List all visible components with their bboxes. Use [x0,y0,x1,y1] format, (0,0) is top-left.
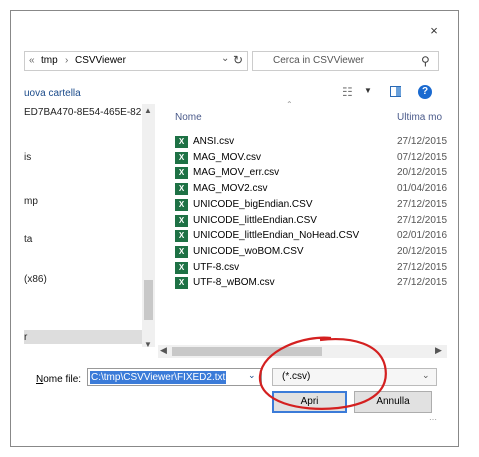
annotation-overlay [258,336,387,410]
annotation-circle [258,336,387,410]
